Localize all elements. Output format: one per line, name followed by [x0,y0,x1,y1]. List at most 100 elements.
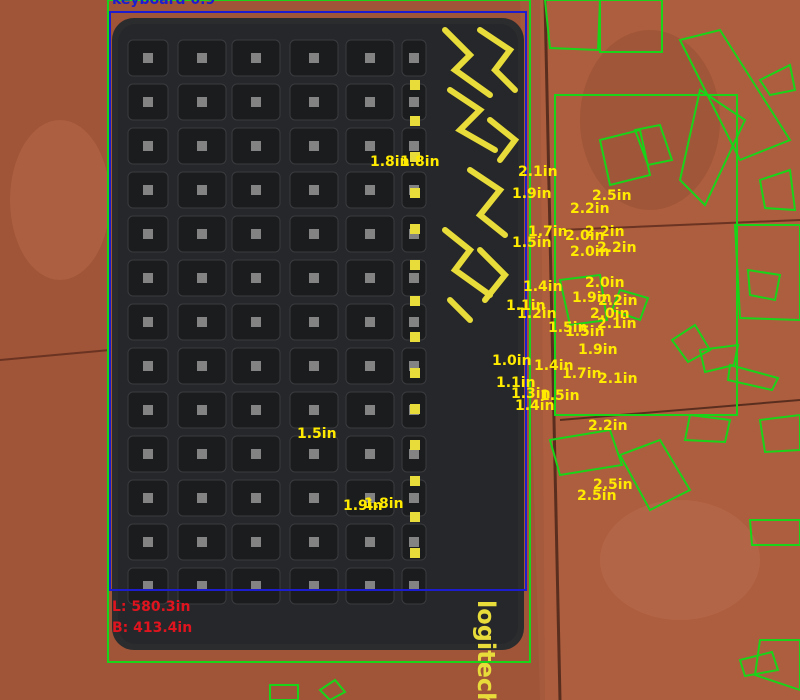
key-legend-glyph [309,537,319,547]
key-legend-glyph [143,141,153,151]
key-legend-glyph [309,141,319,151]
length-label: L: 580.3in [112,599,190,615]
measurement-label: 2.2in [585,224,625,240]
key-legend-glyph [197,361,207,371]
key-legend-glyph [365,405,375,415]
key-legend-glyph [409,53,419,63]
key-legend-glyph [143,405,153,415]
measurement-label: 1.5in [297,426,337,442]
key-legend-glyph [197,229,207,239]
measurement-label: 1.4in [523,279,563,295]
measurement-label: 2.1in [598,371,638,387]
fkey-icon [410,440,420,450]
key-legend-glyph [197,405,207,415]
key-legend-glyph [309,185,319,195]
measurement-label: 1.4in [515,398,555,414]
key-legend-glyph [251,229,261,239]
measurement-label: 2.5in [577,488,617,504]
key-legend-glyph [197,493,207,503]
fkey-icon [410,116,420,126]
key-legend-glyph [197,185,207,195]
key-legend-glyph [143,449,153,459]
key-legend-glyph [143,97,153,107]
key-legend-glyph [251,449,261,459]
key-legend-glyph [409,141,419,151]
measurement-label: 2.1in [597,316,637,332]
key-legend-glyph [365,229,375,239]
key-legend-glyph [409,537,419,547]
key-legend-glyph [409,317,419,327]
measurement-label: 1.7in [562,366,602,382]
key-legend-glyph [365,185,375,195]
measurement-label: 2.2in [588,418,628,434]
key-legend-glyph [251,537,261,547]
breadth-label: B: 413.4in [112,620,192,636]
key-legend-glyph [143,185,153,195]
fkey-icon [410,224,420,234]
key-legend-glyph [365,53,375,63]
key-legend-glyph [143,317,153,327]
key-legend-glyph [251,493,261,503]
fkey-icon [410,332,420,342]
measurement-label: 1.8in [400,154,440,170]
keyboard: logitech [112,18,524,700]
photo-stage: logitech keyboard 0.9 L: 580.3in B: 413.… [0,0,800,700]
key-legend-glyph [365,273,375,283]
key-legend-glyph [309,405,319,415]
key-legend-glyph [309,493,319,503]
fkey-icon [410,188,420,198]
scene-svg: logitech keyboard 0.9 L: 580.3in B: 413.… [0,0,800,700]
key-legend-glyph [197,97,207,107]
key-legend-glyph [309,229,319,239]
key-legend-glyph [251,361,261,371]
key-legend-glyph [309,97,319,107]
key-legend-glyph [143,229,153,239]
measurement-label: 1.5in [512,235,552,251]
key-legend-glyph [365,537,375,547]
fkey-icon [410,80,420,90]
key-legend-glyph [197,53,207,63]
fkey-icon [410,404,420,414]
key-legend-glyph [309,449,319,459]
key-legend-glyph [251,97,261,107]
fkey-icon [410,260,420,270]
key-legend-glyph [251,53,261,63]
key-legend-glyph [365,449,375,459]
key-legend-glyph [197,449,207,459]
key-legend-glyph [143,493,153,503]
key-legend-glyph [365,97,375,107]
key-legend-glyph [251,141,261,151]
key-legend-glyph [409,493,419,503]
brand-logo: logitech [472,600,500,700]
key-legend-glyph [143,361,153,371]
key-legend-glyph [251,317,261,327]
measurement-label: 2.2in [597,240,637,256]
measurement-label: 1.9in [578,342,618,358]
key-legend-glyph [309,273,319,283]
key-legend-glyph [309,317,319,327]
measurement-label: 1.9in [512,186,552,202]
key-legend-glyph [409,97,419,107]
detection-label: keyboard 0.9 [112,0,215,8]
key-legend-glyph [365,361,375,371]
fkey-icon [410,368,420,378]
key-legend-glyph [365,317,375,327]
key-legend-glyph [309,361,319,371]
key-legend-glyph [197,317,207,327]
key-legend-glyph [309,53,319,63]
key-legend-glyph [143,53,153,63]
key-legend-glyph [197,537,207,547]
key-legend-glyph [197,273,207,283]
fkey-icon [410,296,420,306]
key-legend-glyph [409,273,419,283]
key-legend-glyph [197,141,207,151]
key-legend-glyph [365,141,375,151]
key-legend-glyph [251,273,261,283]
measurement-label: 2.1in [518,164,558,180]
measurement-label: 2.2in [570,201,610,217]
key-legend-glyph [251,185,261,195]
key-legend-glyph [409,449,419,459]
measurement-label: 1.8in [364,496,404,512]
measurement-label: 2.0in [585,275,625,291]
fkey-icon [410,548,420,558]
